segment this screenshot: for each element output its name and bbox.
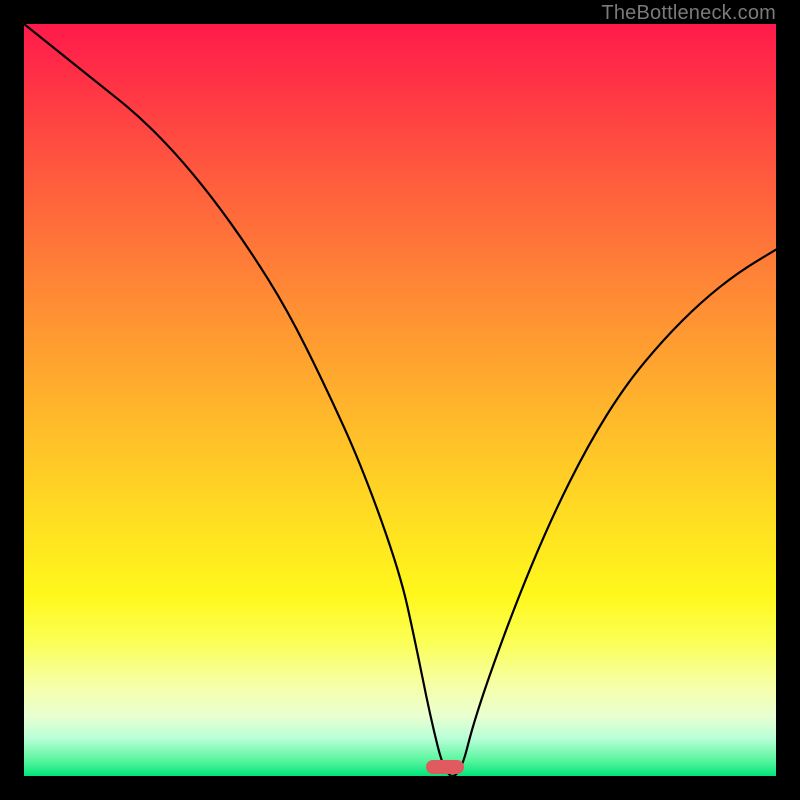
gradient-plot-area [24,24,776,776]
curve-path [24,24,776,776]
bottleneck-curve [24,24,776,776]
watermark-text: TheBottleneck.com [601,2,776,25]
optimal-range-pill [426,760,464,774]
chart-frame: TheBottleneck.com [0,0,800,800]
